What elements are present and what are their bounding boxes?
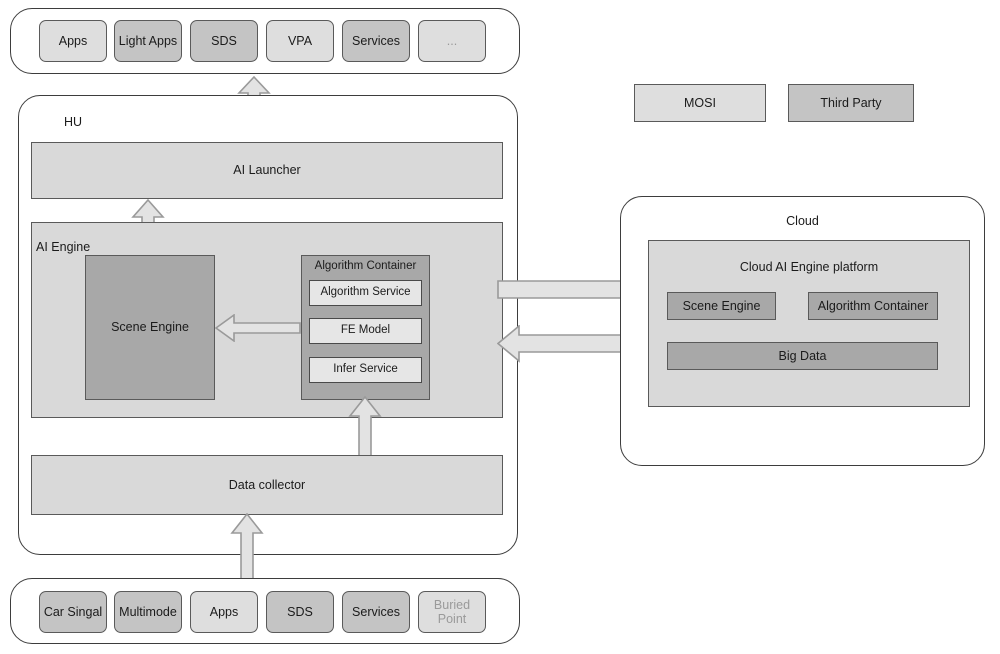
cloud-big-data-box[interactable]: Big Data: [667, 342, 938, 370]
top-app-sds[interactable]: SDS: [190, 20, 258, 62]
cloud-algorithm-container-box[interactable]: Algorithm Container: [808, 292, 938, 320]
top-app-services-label: Services: [352, 33, 400, 48]
source-sds[interactable]: SDS: [266, 591, 334, 633]
fe-model-box[interactable]: FE Model: [309, 318, 422, 344]
cloud-title-label: Cloud: [786, 213, 819, 228]
algorithm-container-title-label: Algorithm Container: [314, 260, 417, 273]
cloud-title: Cloud: [620, 212, 985, 230]
cloud-platform-title: Cloud AI Engine platform: [648, 258, 970, 276]
scene-engine-label: Scene Engine: [111, 320, 189, 335]
cloud-big-data-label: Big Data: [778, 348, 827, 363]
source-apps[interactable]: Apps: [190, 591, 258, 633]
source-multimode-label: Multimode: [119, 604, 177, 619]
source-apps-label: Apps: [209, 604, 239, 619]
top-app-sds-label: SDS: [211, 33, 237, 48]
scene-engine-box[interactable]: Scene Engine: [85, 255, 215, 400]
top-app-vpa-label: VPA: [287, 33, 313, 48]
legend-mosi[interactable]: MOSI: [634, 84, 766, 122]
source-buried-point-label: Buried Point: [433, 597, 471, 626]
infer-service-label: Infer Service: [333, 363, 398, 376]
cloud-algorithm-container-label: Algorithm Container: [817, 298, 929, 313]
top-app-more-label: ...: [446, 33, 458, 48]
data-collector-label: Data collector: [228, 477, 306, 492]
infer-service-box[interactable]: Infer Service: [309, 357, 422, 383]
arrow-algorithm-container-to-scene-engine: [215, 314, 301, 342]
top-app-vpa[interactable]: VPA: [266, 20, 334, 62]
legend-mosi-label: MOSI: [684, 95, 716, 110]
top-app-apps[interactable]: Apps: [39, 20, 107, 62]
legend-third-party[interactable]: Third Party: [788, 84, 914, 122]
cloud-scene-engine-label: Scene Engine: [682, 298, 761, 313]
arrow-data-collector-to-algorithm-container: [348, 396, 382, 458]
source-services-label: Services: [352, 604, 400, 619]
algorithm-container-title: Algorithm Container: [301, 258, 430, 276]
ai-engine-title: AI Engine: [36, 240, 91, 254]
ai-launcher-label: AI Launcher: [233, 163, 301, 178]
cloud-scene-engine-box[interactable]: Scene Engine: [667, 292, 776, 320]
algorithm-service-box[interactable]: Algorithm Service: [309, 280, 422, 306]
algorithm-service-label: Algorithm Service: [320, 286, 411, 299]
source-multimode[interactable]: Multimode: [114, 591, 182, 633]
legend-third-party-label: Third Party: [820, 95, 882, 110]
fe-model-label: FE Model: [340, 324, 391, 337]
arrow-sources-to-data-collector: [230, 513, 264, 579]
top-app-light-apps-label: Light Apps: [118, 33, 178, 48]
data-collector-box[interactable]: Data collector: [31, 455, 503, 515]
diagram-canvas: Apps Light Apps SDS VPA Services ... HU …: [0, 0, 1000, 654]
source-car-singal-label: Car Singal: [43, 604, 103, 619]
top-app-apps-label: Apps: [58, 33, 88, 48]
ai-launcher-box[interactable]: AI Launcher: [31, 142, 503, 199]
source-services[interactable]: Services: [342, 591, 410, 633]
top-app-more[interactable]: ...: [418, 20, 486, 62]
hu-title: HU: [64, 115, 83, 129]
source-car-singal[interactable]: Car Singal: [39, 591, 107, 633]
top-app-services[interactable]: Services: [342, 20, 410, 62]
source-sds-label: SDS: [287, 604, 313, 619]
top-app-light-apps[interactable]: Light Apps: [114, 20, 182, 62]
cloud-platform-title-label: Cloud AI Engine platform: [739, 259, 879, 274]
source-buried-point[interactable]: Buried Point: [418, 591, 486, 633]
